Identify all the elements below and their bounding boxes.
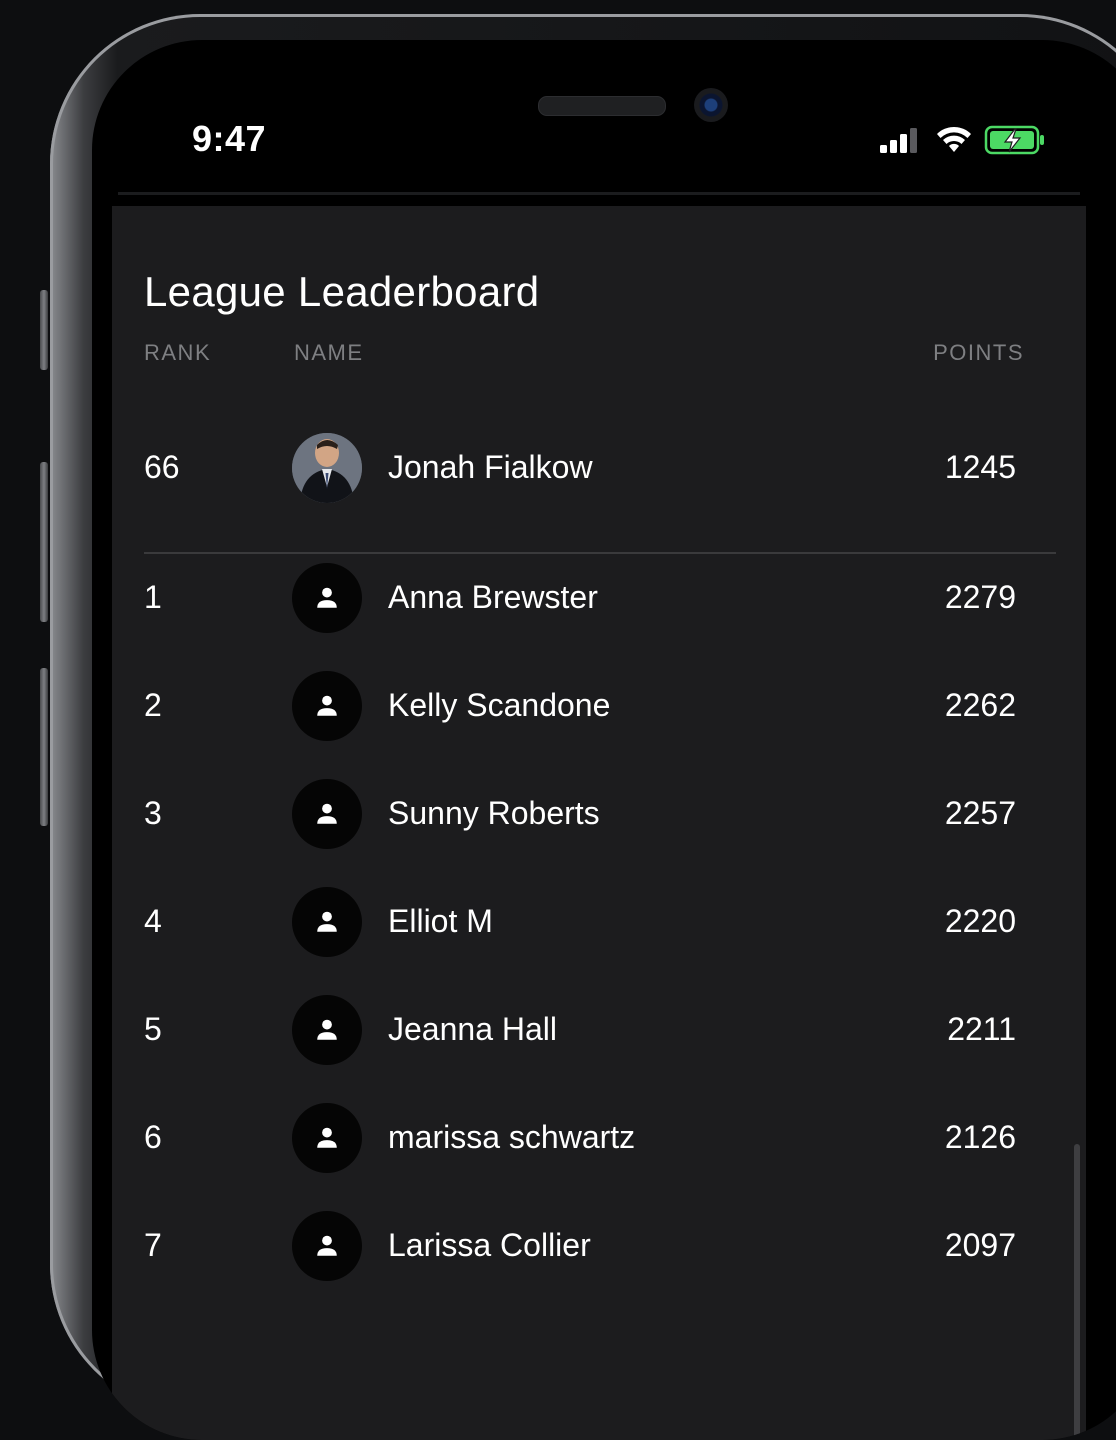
leaderboard-card: League Leaderboard RANK NAME POINTS 66 J… <box>112 206 1086 1440</box>
points-value: 2257 <box>944 795 1016 831</box>
phone-screen: 9:47 League Leaderboard RANK NAME POINTS… <box>92 40 1116 1440</box>
avatar <box>292 563 362 633</box>
points-value: 2097 <box>944 1227 1016 1263</box>
rank-value: 6 <box>144 1119 162 1155</box>
leaderboard-row[interactable]: 6 marissa schwartz 2126 <box>112 1093 1086 1183</box>
rank-value: 4 <box>144 903 162 939</box>
avatar <box>292 995 362 1065</box>
person-icon <box>317 1019 337 1040</box>
rank-value: 3 <box>144 795 162 831</box>
player-name: Elliot M <box>388 903 493 939</box>
person-icon <box>317 1235 337 1256</box>
player-name: Jeanna Hall <box>388 1011 557 1047</box>
avatar <box>292 671 362 741</box>
person-icon <box>317 803 337 824</box>
status-icons <box>878 120 1048 160</box>
rank-value: 66 <box>144 449 180 485</box>
player-name: Anna Brewster <box>388 579 598 615</box>
front-camera-icon <box>694 88 728 122</box>
wifi-icon <box>937 126 971 152</box>
earpiece-speaker <box>538 96 666 116</box>
avatar <box>292 779 362 849</box>
avatar <box>292 887 362 957</box>
leaderboard-row[interactable]: 5 Jeanna Hall 2211 <box>112 985 1086 1075</box>
status-bar-divider <box>118 192 1080 195</box>
player-name: Sunny Roberts <box>388 795 600 831</box>
status-bar: 9:47 <box>92 40 1116 200</box>
volume-down-button <box>40 668 48 826</box>
rank-value: 1 <box>144 579 162 615</box>
scrollbar[interactable] <box>1074 1144 1080 1440</box>
points-column-header: POINTS <box>933 340 1024 365</box>
cellular-signal-icon <box>880 128 917 153</box>
points-value: 2262 <box>944 687 1016 723</box>
player-name: marissa schwartz <box>388 1119 636 1155</box>
current-user-row[interactable]: 66 Jonah Fialkow 1245 <box>112 423 1086 513</box>
leaderboard-row[interactable]: 1 Anna Brewster 2279 <box>112 553 1086 643</box>
player-name: Larissa Collier <box>388 1227 591 1263</box>
person-icon <box>317 695 337 716</box>
points-value: 2211 <box>947 1011 1016 1047</box>
name-column-header: NAME <box>294 340 364 365</box>
points-value: 1245 <box>944 449 1016 485</box>
player-name: Kelly Scandone <box>388 687 611 723</box>
avatar <box>292 433 362 503</box>
leaderboard-row[interactable]: 7 Larissa Collier 2097 <box>112 1201 1086 1291</box>
points-value: 2220 <box>944 903 1016 939</box>
rank-value: 2 <box>144 687 162 723</box>
leaderboard-row[interactable]: 4 Elliot M 2220 <box>112 877 1086 967</box>
points-value: 2126 <box>944 1119 1016 1155</box>
battery-charging-icon <box>984 125 1044 155</box>
profile-photo-icon <box>292 433 362 503</box>
person-icon <box>317 1127 337 1148</box>
rank-value: 5 <box>144 1011 162 1047</box>
person-icon <box>317 911 337 932</box>
rank-column-header: RANK <box>144 340 212 365</box>
avatar <box>292 1103 362 1173</box>
person-icon <box>317 587 337 608</box>
mute-switch <box>40 290 48 370</box>
status-time: 9:47 <box>192 118 267 159</box>
avatar <box>292 1211 362 1281</box>
player-name: Jonah Fialkow <box>388 449 593 485</box>
leaderboard-row[interactable]: 3 Sunny Roberts 2257 <box>112 769 1086 859</box>
rank-value: 7 <box>144 1227 162 1263</box>
page-title: League Leaderboard <box>144 268 540 315</box>
volume-up-button <box>40 462 48 622</box>
points-value: 2279 <box>944 579 1016 615</box>
leaderboard-row[interactable]: 2 Kelly Scandone 2262 <box>112 661 1086 751</box>
